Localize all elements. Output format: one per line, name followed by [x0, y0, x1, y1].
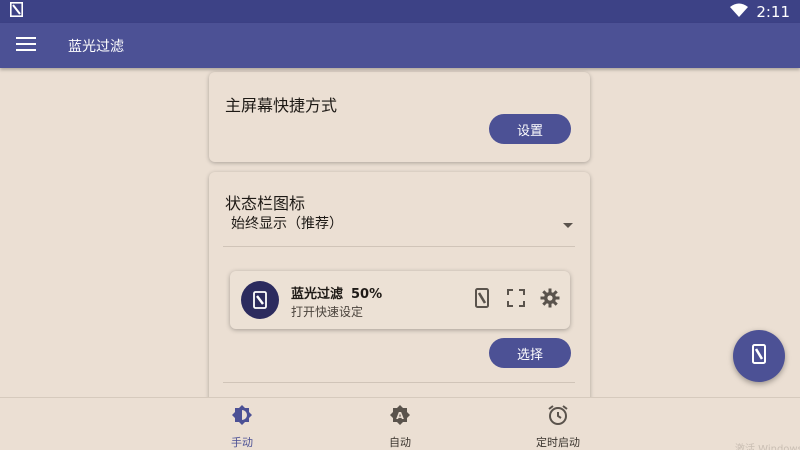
chevron-down-icon	[563, 214, 573, 233]
nav-manual-label: 手动	[231, 436, 253, 449]
nav-schedule[interactable]: 定时启动	[513, 404, 603, 450]
divider	[223, 382, 575, 383]
app-title: 蓝光过滤	[68, 38, 124, 55]
auto-brightness-icon: A	[389, 404, 411, 430]
gear-icon[interactable]	[540, 288, 560, 308]
app-bar: 蓝光过滤	[0, 23, 800, 68]
wifi-icon	[730, 3, 749, 21]
shortcut-settings-button[interactable]: 设置	[489, 114, 571, 144]
alarm-icon	[547, 404, 569, 430]
nav-auto[interactable]: A 自动	[355, 404, 445, 450]
notification-subtitle: 打开快速设定	[291, 305, 364, 319]
status-icon-card: 状态栏图标 始终显示（推荐） 蓝光过滤 50% 打开快速设定 选择	[209, 172, 590, 397]
shortcut-card: 主屏幕快捷方式 设置	[209, 72, 590, 162]
nav-manual[interactable]: 手动	[197, 404, 287, 450]
status-time: 2:11	[756, 2, 790, 21]
notification-percent: 50%	[351, 287, 383, 302]
status-icon-dropdown[interactable]: 始终显示（推荐）	[225, 210, 575, 236]
activation-watermark: 激活 Windows	[735, 444, 800, 450]
main-content[interactable]: 主屏幕快捷方式 设置 状态栏图标 始终显示（推荐） 蓝光过滤 50% 打开快速设定	[0, 68, 800, 397]
notification-title-text: 蓝光过滤	[291, 287, 344, 302]
nav-auto-label: 自动	[389, 436, 411, 449]
dropdown-value: 始终显示（推荐）	[231, 216, 343, 232]
status-bar: 2:11	[0, 0, 800, 23]
brightness-icon	[231, 404, 253, 430]
notification-title: 蓝光过滤 50%	[291, 283, 382, 302]
svg-text:A: A	[396, 411, 404, 422]
menu-button[interactable]	[0, 23, 52, 68]
select-button[interactable]: 选择	[489, 338, 571, 368]
filter-toggle-fab[interactable]	[733, 330, 785, 382]
menu-icon	[16, 36, 36, 55]
fullscreen-icon[interactable]	[506, 288, 526, 308]
notification-actions	[472, 288, 560, 308]
notification-preview: 蓝光过滤 50% 打开快速设定	[230, 271, 570, 329]
phone-filter-icon	[752, 344, 766, 368]
phone-filter-icon[interactable]	[472, 288, 492, 308]
notification-app-icon	[241, 281, 279, 319]
shortcut-card-title: 主屏幕快捷方式	[225, 96, 338, 115]
app-notification-icon	[10, 2, 23, 21]
bottom-navigation: 手动 A 自动 定时启动	[0, 397, 800, 450]
nav-schedule-label: 定时启动	[536, 436, 580, 449]
divider	[223, 246, 575, 247]
